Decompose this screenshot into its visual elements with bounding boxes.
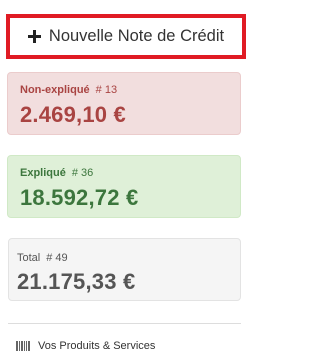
divider — [8, 323, 241, 324]
explained-amount: 18.592,72 € — [20, 185, 139, 210]
unexplained-label: Non-expliqué — [20, 84, 90, 96]
new-credit-note-button[interactable]: Nouvelle Note de Crédit — [6, 14, 246, 59]
plus-icon — [27, 30, 41, 43]
total-header: Total # 49 — [17, 252, 232, 264]
total-label: Total — [17, 252, 41, 264]
total-count: # 49 — [46, 252, 68, 264]
unexplained-amount: 2.469,10 € — [20, 102, 126, 127]
unexplained-count: # 13 — [95, 84, 118, 96]
explained-header: Expliqué # 36 — [20, 167, 228, 179]
explained-card[interactable]: Expliqué # 36 18.592,72 € — [7, 155, 241, 218]
unexplained-card[interactable]: Non-expliqué # 13 2.469,10 € — [7, 72, 241, 135]
new-credit-note-label: Nouvelle Note de Crédit — [48, 27, 225, 45]
total-card[interactable]: Total # 49 21.175,33 € — [8, 238, 241, 301]
credit-note-panel: Nouvelle Note de Crédit Non-expliqué # 1… — [0, 0, 253, 364]
products-services-link[interactable]: Vos Produits & Services — [16, 340, 155, 352]
total-amount: 21.175,33 € — [17, 269, 136, 294]
products-services-label: Vos Produits & Services — [38, 340, 156, 352]
explained-label: Expliqué — [20, 167, 66, 179]
explained-count: # 36 — [71, 167, 94, 179]
unexplained-header: Non-expliqué # 13 — [20, 84, 228, 96]
new-credit-note-button-content: Nouvelle Note de Crédit — [27, 27, 225, 46]
barcode-icon — [16, 341, 30, 351]
